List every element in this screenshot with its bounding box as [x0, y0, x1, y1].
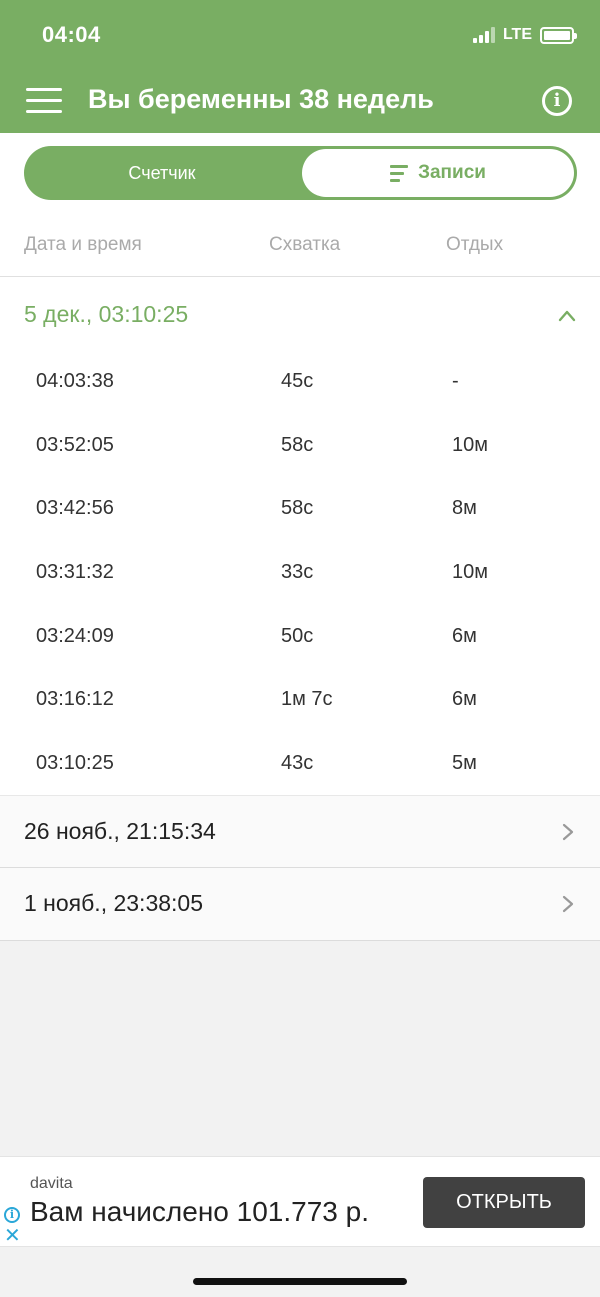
status-indicators: LTE — [472, 26, 577, 44]
row-contraction: 50с — [281, 625, 314, 647]
row-time: 03:42:56 — [36, 497, 114, 519]
row-time: 04:03:38 — [36, 370, 114, 392]
table-row[interactable]: 03:10:25 43с 5м — [0, 744, 600, 784]
row-time: 03:24:09 — [36, 625, 114, 647]
chevron-up-icon — [558, 310, 576, 322]
row-contraction: 33с — [281, 561, 314, 583]
row-contraction: 45с — [281, 370, 314, 392]
status-time: 04:04 — [42, 22, 101, 47]
home-indicator[interactable] — [193, 1278, 407, 1285]
row-time: 03:16:12 — [36, 688, 114, 710]
tab-records[interactable]: Записи — [302, 149, 574, 197]
row-rest: 5м — [452, 752, 477, 774]
info-icon[interactable]: i — [542, 86, 572, 116]
row-time: 03:31:32 — [36, 561, 114, 583]
tab-records-label: Записи — [418, 162, 486, 183]
row-rest: - — [452, 370, 459, 392]
ad-banner[interactable]: davita Вам начислено 101.773 р. ОТКРЫТЬ … — [0, 1156, 600, 1247]
column-header-contraction: Схватка — [269, 234, 341, 255]
ad-info-icon[interactable]: i — [4, 1207, 20, 1223]
segment-bar: Счетчик Записи — [0, 133, 600, 213]
page-title: Вы беременны 38 недель — [88, 84, 434, 114]
table-row[interactable]: 03:42:56 58с 8м — [0, 489, 600, 529]
row-time: 03:10:25 — [36, 752, 114, 774]
session-group-expanded: 5 дек., 03:10:25 04:03:38 45с - 03:52:05… — [0, 277, 600, 795]
row-time: 03:52:05 — [36, 434, 114, 456]
chevron-right-icon — [562, 823, 574, 841]
tab-counter[interactable]: Счетчик — [24, 146, 300, 200]
row-contraction: 58с — [281, 434, 314, 456]
row-rest: 6м — [452, 625, 477, 647]
row-contraction: 1м 7с — [281, 688, 333, 710]
ad-open-button[interactable]: ОТКРЫТЬ — [423, 1177, 585, 1228]
row-rest: 10м — [452, 561, 488, 583]
hamburger-icon[interactable] — [26, 88, 62, 114]
session-group-collapsed[interactable]: 26 нояб., 21:15:34 — [0, 795, 600, 868]
close-icon[interactable]: ✕ — [4, 1226, 21, 1246]
session-group-collapsed[interactable]: 1 нояб., 23:38:05 — [0, 868, 600, 941]
row-contraction: 43с — [281, 752, 314, 774]
chevron-right-icon — [562, 895, 574, 913]
network-label: LTE — [502, 26, 532, 43]
table-row[interactable]: 03:52:05 58с 10м — [0, 426, 600, 466]
table-row[interactable]: 03:31:32 33с 10м — [0, 553, 600, 593]
column-header-rest: Отдых — [446, 234, 504, 255]
table-row[interactable]: 04:03:38 45с - — [0, 362, 600, 402]
table-row[interactable]: 03:16:12 1м 7с 6м — [0, 680, 600, 720]
row-rest: 6м — [452, 688, 477, 710]
table-header: Дата и время Схватка Отдых — [0, 213, 600, 277]
session-title: 5 дек., 03:10:25 — [24, 301, 189, 327]
session-title: 26 нояб., 21:15:34 — [24, 818, 216, 844]
signal-icon — [472, 27, 495, 43]
row-rest: 8м — [452, 497, 477, 519]
column-header-datetime: Дата и время — [24, 234, 142, 255]
battery-icon — [540, 26, 577, 44]
segmented-control: Счетчик Записи — [24, 146, 577, 200]
row-rest: 10м — [452, 434, 488, 456]
ad-text: Вам начислено 101.773 р. — [30, 1196, 369, 1227]
table-row[interactable]: 03:24:09 50с 6м — [0, 617, 600, 657]
top-bar: 04:04 LTE Вы беременны 38 недель i — [0, 0, 600, 133]
ad-brand: davita — [30, 1175, 73, 1192]
session-title: 1 нояб., 23:38:05 — [24, 890, 204, 916]
row-contraction: 58с — [281, 497, 314, 519]
list-icon — [390, 164, 409, 182]
